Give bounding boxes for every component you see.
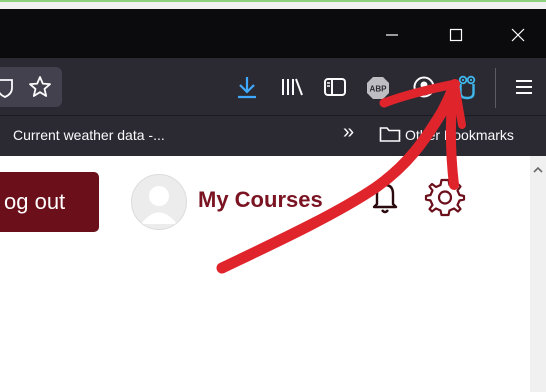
annotation-arrow	[216, 79, 466, 274]
